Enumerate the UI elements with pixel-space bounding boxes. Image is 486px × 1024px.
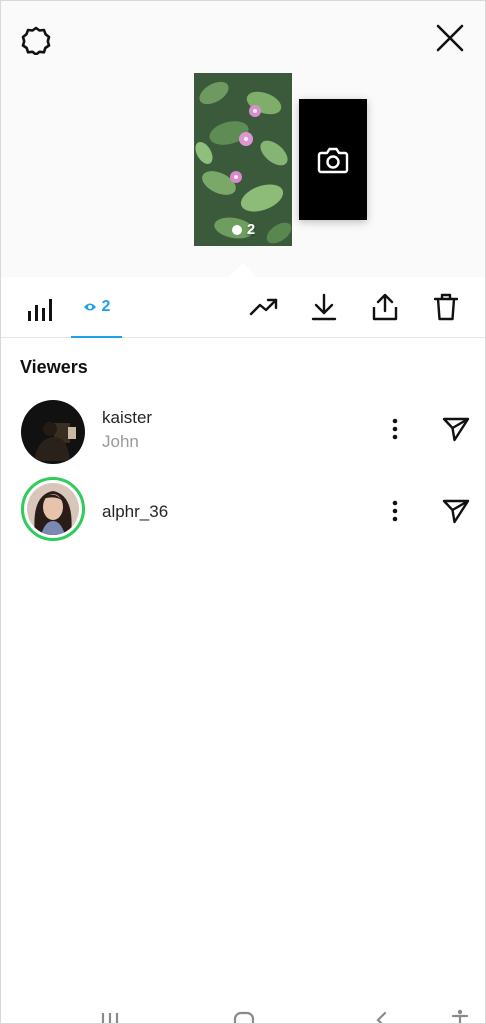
story-view-count: 2 xyxy=(194,221,292,238)
settings-gear-icon xyxy=(21,26,51,55)
selected-story-pointer xyxy=(229,263,257,277)
viewer-row[interactable]: alphr_36 xyxy=(0,471,486,555)
back-button[interactable] xyxy=(370,1009,392,1024)
accessibility-button[interactable] xyxy=(450,1009,470,1024)
viewer-row[interactable]: kaister John xyxy=(0,387,486,471)
camera-icon xyxy=(317,147,349,173)
system-navigation-bar xyxy=(0,1005,486,1024)
send-icon xyxy=(442,499,470,524)
avatar[interactable] xyxy=(21,400,85,464)
close-button[interactable] xyxy=(428,16,472,60)
avatar-with-story-ring[interactable] xyxy=(21,477,85,541)
tab-insights[interactable] xyxy=(20,289,60,329)
avatar-photo xyxy=(24,403,82,461)
download-icon xyxy=(311,293,337,321)
add-story-button[interactable] xyxy=(299,99,367,220)
viewers-count: 2 xyxy=(101,297,111,315)
send-icon xyxy=(442,417,470,442)
home-button[interactable] xyxy=(232,1009,256,1024)
viewer-more-button[interactable] xyxy=(380,409,410,449)
recents-icon xyxy=(101,1013,119,1024)
more-vertical-icon xyxy=(392,500,398,522)
home-icon xyxy=(233,1011,255,1024)
share-icon xyxy=(372,293,398,321)
viewer-username[interactable]: alphr_36 xyxy=(102,502,168,522)
trash-icon xyxy=(434,293,458,321)
recents-button[interactable] xyxy=(98,1009,122,1024)
bar-chart-icon xyxy=(28,299,52,321)
back-icon xyxy=(376,1011,387,1024)
delete-button[interactable] xyxy=(426,287,466,327)
trend-icon xyxy=(249,298,278,316)
eye-icon xyxy=(83,303,96,310)
story-thumbnail[interactable]: 2 xyxy=(194,73,292,246)
viewer-send-button[interactable] xyxy=(436,491,476,531)
eye-icon xyxy=(231,224,242,235)
avatar-photo xyxy=(27,483,79,535)
story-tabbar: 2 xyxy=(0,277,486,338)
close-icon xyxy=(436,24,464,52)
viewers-heading: Viewers xyxy=(20,357,88,377)
download-button[interactable] xyxy=(304,287,344,327)
viewer-send-button[interactable] xyxy=(436,409,476,449)
settings-button[interactable] xyxy=(14,18,58,62)
viewer-more-button[interactable] xyxy=(380,491,410,531)
more-vertical-icon xyxy=(392,418,398,440)
insights-trend-button[interactable] xyxy=(244,287,284,327)
accessibility-icon xyxy=(451,1009,469,1024)
viewer-full-name: John xyxy=(102,432,139,451)
viewer-username[interactable]: kaister xyxy=(102,408,152,428)
share-button[interactable] xyxy=(365,287,405,327)
tab-viewers[interactable]: 2 xyxy=(71,277,122,338)
